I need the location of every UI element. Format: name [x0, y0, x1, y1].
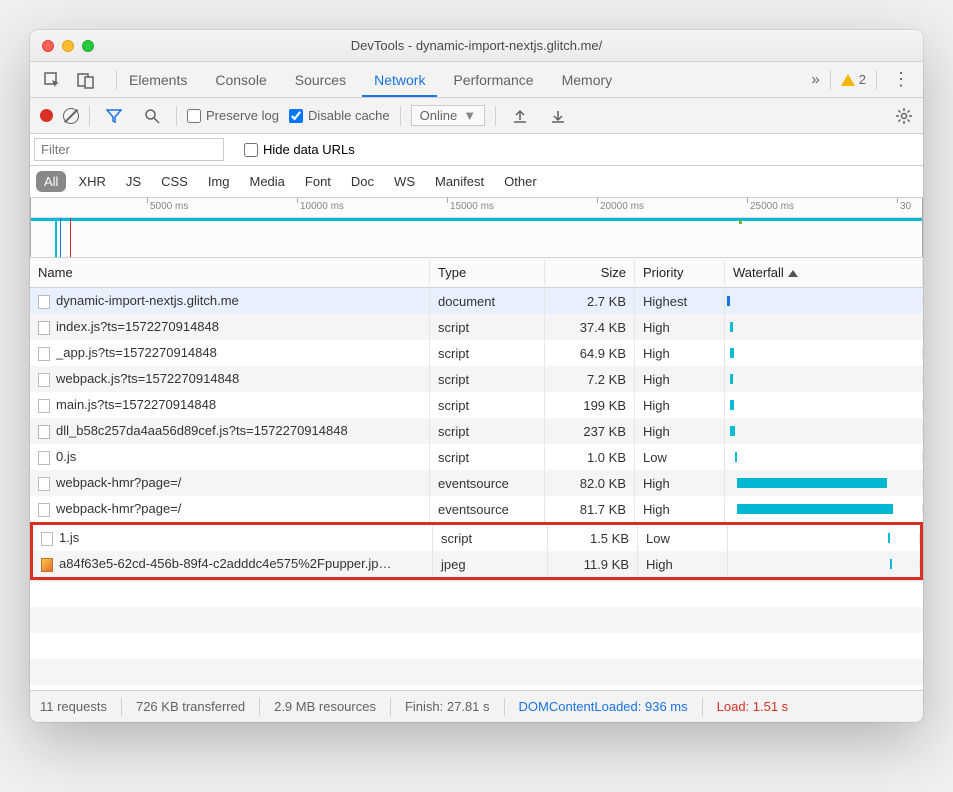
waterfall-bar [737, 504, 893, 514]
tab-console[interactable]: Console [203, 64, 278, 96]
waterfall-bar [730, 426, 735, 436]
file-icon [38, 477, 50, 491]
filter-type-css[interactable]: CSS [153, 171, 196, 192]
kebab-menu-icon[interactable]: ⋮ [887, 66, 915, 94]
file-icon [38, 451, 50, 465]
devtools-window: DevTools - dynamic-import-nextjs.glitch.… [30, 30, 923, 722]
waterfall-bar [730, 374, 733, 384]
filter-type-xhr[interactable]: XHR [70, 171, 113, 192]
requests-count: 11 requests [40, 699, 107, 714]
upload-har-icon[interactable] [506, 102, 534, 130]
settings-gear-icon[interactable] [895, 107, 913, 125]
throttling-select[interactable]: Online ▼ [411, 105, 485, 126]
warnings-badge[interactable]: 2 [841, 72, 866, 87]
empty-rows [30, 580, 923, 690]
table-row[interactable]: 1.jsscript1.5 KBLow [33, 525, 920, 551]
file-icon [38, 373, 50, 387]
chevron-down-icon: ▼ [463, 108, 476, 123]
tab-performance[interactable]: Performance [441, 64, 545, 96]
warning-icon [841, 74, 855, 86]
hide-data-urls-checkbox[interactable]: Hide data URLs [244, 142, 355, 157]
filter-type-font[interactable]: Font [297, 171, 339, 192]
tab-sources[interactable]: Sources [283, 64, 358, 96]
filter-input[interactable] [34, 138, 224, 161]
search-icon[interactable] [138, 102, 166, 130]
column-waterfall[interactable]: Waterfall [725, 260, 923, 285]
table-row[interactable]: 0.jsscript1.0 KBLow [30, 444, 923, 470]
table-row[interactable]: _app.js?ts=1572270914848script64.9 KBHig… [30, 340, 923, 366]
filter-bar: Hide data URLs [30, 134, 923, 166]
table-row[interactable]: index.js?ts=1572270914848script37.4 KBHi… [30, 314, 923, 340]
table-row[interactable]: a84f63e5-62cd-456b-89f4-c2adddc4e575%2Fp… [33, 551, 920, 577]
waterfall-bar [890, 559, 892, 569]
finish-time: Finish: 27.81 s [405, 699, 490, 714]
waterfall-bar [730, 400, 734, 410]
waterfall-bar [888, 533, 890, 543]
transferred-size: 726 KB transferred [136, 699, 245, 714]
type-filter-bar: AllXHRJSCSSImgMediaFontDocWSManifestOthe… [30, 166, 923, 198]
domcontentloaded-time: DOMContentLoaded: 936 ms [519, 699, 688, 714]
network-toolbar: Preserve log Disable cache Online ▼ [30, 98, 923, 134]
zoom-window-button[interactable] [82, 40, 94, 52]
column-size[interactable]: Size [545, 260, 635, 285]
disable-cache-checkbox[interactable]: Disable cache [289, 108, 390, 123]
file-icon [38, 347, 50, 361]
tab-network[interactable]: Network [362, 64, 437, 96]
filter-type-all[interactable]: All [36, 171, 66, 192]
waterfall-bar [727, 296, 730, 306]
waterfall-bar [730, 322, 733, 332]
table-row[interactable]: main.js?ts=1572270914848script199 KBHigh [30, 392, 923, 418]
close-window-button[interactable] [42, 40, 54, 52]
table-row[interactable]: dynamic-import-nextjs.glitch.medocument2… [30, 288, 923, 314]
timeline-overview[interactable]: 5000 ms10000 ms15000 ms20000 ms25000 ms3… [30, 198, 923, 258]
table-row[interactable]: dll_b58c257da4aa56d89cef.js?ts=157227091… [30, 418, 923, 444]
filter-type-img[interactable]: Img [200, 171, 238, 192]
minimize-window-button[interactable] [62, 40, 74, 52]
table-row[interactable]: webpack.js?ts=1572270914848script7.2 KBH… [30, 366, 923, 392]
load-time: Load: 1.51 s [717, 699, 789, 714]
filter-type-media[interactable]: Media [241, 171, 292, 192]
resources-size: 2.9 MB resources [274, 699, 376, 714]
clear-button[interactable] [63, 108, 79, 124]
table-row[interactable]: webpack-hmr?page=/eventsource82.0 KBHigh [30, 470, 923, 496]
tab-memory[interactable]: Memory [550, 64, 625, 96]
waterfall-bar [737, 478, 887, 488]
file-icon [38, 399, 50, 413]
filter-toggle-icon[interactable] [100, 102, 128, 130]
file-icon [38, 425, 50, 439]
column-priority[interactable]: Priority [635, 260, 725, 285]
file-icon [38, 503, 50, 517]
window-title: DevTools - dynamic-import-nextjs.glitch.… [30, 38, 923, 53]
record-button[interactable] [40, 109, 53, 122]
file-icon [41, 532, 53, 546]
image-file-icon [41, 558, 53, 572]
waterfall-bar [735, 452, 737, 462]
file-icon [38, 321, 50, 335]
highlighted-rows: 1.jsscript1.5 KBLowa84f63e5-62cd-456b-89… [30, 522, 923, 580]
traffic-lights [42, 40, 94, 52]
column-name[interactable]: Name [30, 260, 430, 285]
filter-type-other[interactable]: Other [496, 171, 545, 192]
preserve-log-checkbox[interactable]: Preserve log [187, 108, 279, 123]
filter-type-manifest[interactable]: Manifest [427, 171, 492, 192]
inspect-icon[interactable] [38, 66, 66, 94]
column-type[interactable]: Type [430, 260, 545, 285]
overflow-tabs-button[interactable]: » [811, 71, 819, 88]
device-toggle-icon[interactable] [72, 66, 100, 94]
waterfall-bar [730, 348, 734, 358]
download-har-icon[interactable] [544, 102, 572, 130]
filter-type-doc[interactable]: Doc [343, 171, 382, 192]
status-bar: 11 requests 726 KB transferred 2.9 MB re… [30, 690, 923, 722]
filter-type-ws[interactable]: WS [386, 171, 423, 192]
sort-ascending-icon [788, 270, 798, 277]
main-tabs: ElementsConsoleSourcesNetworkPerformance… [30, 62, 923, 98]
tab-elements[interactable]: Elements [117, 64, 199, 96]
request-table: dynamic-import-nextjs.glitch.medocument2… [30, 288, 923, 522]
table-row[interactable]: webpack-hmr?page=/eventsource81.7 KBHigh [30, 496, 923, 522]
table-header: Name Type Size Priority Waterfall [30, 258, 923, 288]
titlebar: DevTools - dynamic-import-nextjs.glitch.… [30, 30, 923, 62]
filter-type-js[interactable]: JS [118, 171, 149, 192]
file-icon [38, 295, 50, 309]
